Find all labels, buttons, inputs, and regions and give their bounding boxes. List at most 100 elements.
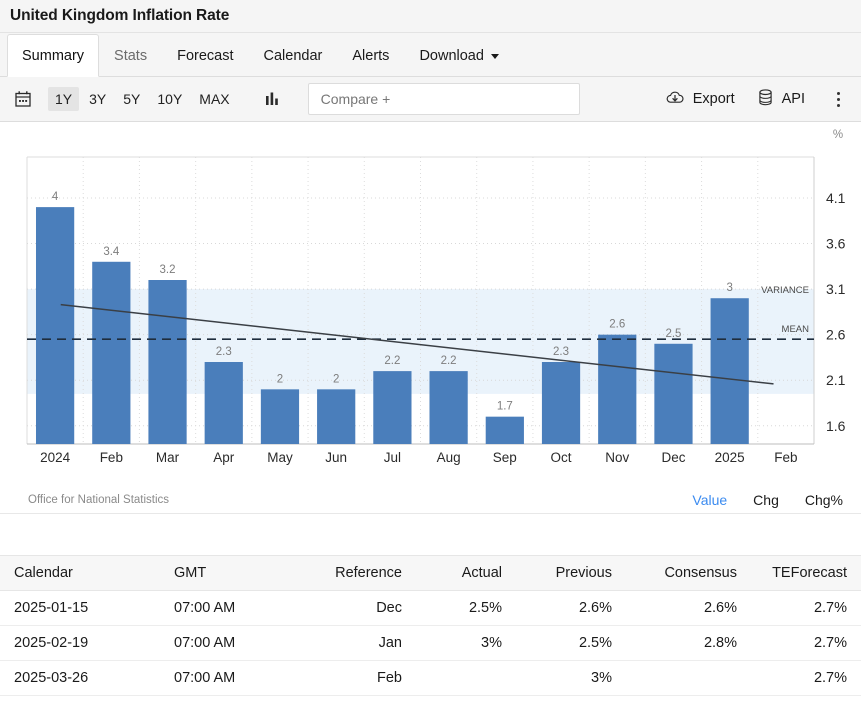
calendar-icon[interactable] — [8, 85, 38, 113]
inflation-bar-chart[interactable]: %420243.4Feb3.2Mar2.3Apr2May2Jun2.2Jul2.… — [0, 122, 861, 486]
bar-value-label: 2 — [277, 373, 283, 385]
x-axis-tick-label: Jul — [384, 450, 401, 465]
range-3y[interactable]: 3Y — [82, 87, 113, 111]
chart-bar — [486, 417, 524, 444]
chart-toolbar: 1Y 3Y 5Y 10Y MAX Compare + — [0, 77, 861, 122]
range-selector: 1Y 3Y 5Y 10Y MAX — [48, 87, 240, 111]
x-axis-tick-label: 2024 — [40, 450, 71, 465]
x-axis-tick-label: Feb — [774, 450, 797, 465]
series-toggles: Value Chg Chg% — [666, 492, 843, 508]
cell-gmt: 07:00 AM — [160, 626, 292, 661]
cell-calendar: 2025-02-19 — [0, 626, 160, 661]
tab-summary[interactable]: Summary — [7, 34, 99, 77]
bar-value-label: 1.7 — [497, 401, 513, 413]
x-axis-tick-label: Sep — [493, 450, 517, 465]
chart-bar — [92, 262, 130, 444]
bar-value-label: 4 — [52, 191, 59, 203]
col-header-consensus[interactable]: Consensus — [626, 556, 751, 591]
bar-value-label: 3.2 — [160, 264, 176, 276]
tab-alerts[interactable]: Alerts — [337, 34, 404, 77]
table-body: 2025-01-15 07:00 AM Dec 2.5% 2.6% 2.6% 2… — [0, 591, 861, 696]
table-row[interactable]: 2025-02-19 07:00 AM Jan 3% 2.5% 2.8% 2.7… — [0, 626, 861, 661]
page-title: United Kingdom Inflation Rate — [10, 7, 229, 25]
col-header-reference[interactable]: Reference — [292, 556, 416, 591]
chart-bar — [654, 344, 692, 444]
cell-gmt: 07:00 AM — [160, 661, 292, 696]
bar-value-label: 2 — [333, 373, 339, 385]
bar-value-label: 2.2 — [441, 355, 457, 367]
cell-reference: Dec — [292, 591, 416, 626]
bar-value-label: 2.2 — [384, 355, 400, 367]
tab-summary-label: Summary — [22, 48, 84, 64]
y-axis-tick-label: 3.1 — [826, 281, 846, 297]
chart-bar — [711, 298, 749, 444]
x-axis-tick-label: May — [267, 450, 293, 465]
cloud-download-icon — [665, 89, 685, 110]
variance-label: VARIANCE — [761, 285, 809, 296]
chart-bar — [598, 335, 636, 444]
cell-reference: Feb — [292, 661, 416, 696]
x-axis-tick-label: Dec — [661, 450, 685, 465]
tab-forecast[interactable]: Forecast — [162, 34, 248, 77]
toggle-chgpct[interactable]: Chg% — [805, 492, 843, 508]
chart-bar — [429, 371, 467, 444]
table-row[interactable]: 2025-01-15 07:00 AM Dec 2.5% 2.6% 2.6% 2… — [0, 591, 861, 626]
kebab-menu-icon[interactable] — [829, 88, 847, 110]
tab-download[interactable]: Download — [404, 34, 514, 77]
cell-teforecast: 2.7% — [751, 661, 861, 696]
x-axis-tick-label: Aug — [437, 450, 461, 465]
tab-calendar-label: Calendar — [264, 48, 323, 64]
y-axis-tick-label: 1.6 — [826, 418, 846, 434]
col-header-actual[interactable]: Actual — [416, 556, 516, 591]
chart-container: %420243.4Feb3.2Mar2.3Apr2May2Jun2.2Jul2.… — [0, 122, 861, 514]
range-1y[interactable]: 1Y — [48, 87, 79, 111]
chart-bar — [542, 362, 580, 444]
col-header-teforecast[interactable]: TEForecast — [751, 556, 861, 591]
x-axis-tick-label: Apr — [213, 450, 235, 465]
bar-chart-icon[interactable] — [256, 85, 290, 113]
col-header-calendar[interactable]: Calendar — [0, 556, 160, 591]
tab-calendar[interactable]: Calendar — [249, 34, 338, 77]
tab-stats[interactable]: Stats — [99, 34, 162, 77]
x-axis-tick-label: Feb — [100, 450, 123, 465]
chart-bar — [317, 389, 355, 444]
bar-value-label: 2.6 — [609, 319, 625, 331]
cell-teforecast: 2.7% — [751, 626, 861, 661]
export-label: Export — [693, 91, 735, 107]
cell-consensus: 2.6% — [626, 591, 751, 626]
page-header: United Kingdom Inflation Rate — [0, 0, 861, 33]
col-header-previous[interactable]: Previous — [516, 556, 626, 591]
range-5y[interactable]: 5Y — [116, 87, 147, 111]
toggle-value[interactable]: Value — [692, 492, 727, 508]
cell-actual: 3% — [416, 626, 516, 661]
cell-previous: 2.5% — [516, 626, 626, 661]
toolbar-right-actions: Export API — [643, 88, 851, 111]
y-axis-tick-label: 2.6 — [826, 327, 846, 343]
chart-footer: Office for National Statistics Value Chg… — [0, 486, 861, 514]
cell-actual — [416, 661, 516, 696]
api-label: API — [782, 91, 805, 107]
database-icon — [757, 88, 774, 111]
tab-alerts-label: Alerts — [352, 48, 389, 64]
chart-bar — [261, 389, 299, 444]
compare-input[interactable]: Compare + — [308, 83, 580, 115]
toggle-chg[interactable]: Chg — [753, 492, 779, 508]
bar-value-label: 2.3 — [216, 346, 232, 358]
col-header-gmt[interactable]: GMT — [160, 556, 292, 591]
range-max[interactable]: MAX — [192, 87, 236, 111]
chevron-down-icon — [491, 54, 499, 59]
y-axis-tick-label: 4.1 — [826, 190, 846, 206]
cell-teforecast: 2.7% — [751, 591, 861, 626]
cell-gmt: 07:00 AM — [160, 591, 292, 626]
cell-previous: 2.6% — [516, 591, 626, 626]
api-button[interactable]: API — [757, 88, 805, 111]
export-button[interactable]: Export — [665, 89, 735, 110]
table-row[interactable]: 2025-03-26 07:00 AM Feb 3% 2.7% — [0, 661, 861, 696]
cell-reference: Jan — [292, 626, 416, 661]
bar-value-label: 3 — [726, 282, 732, 294]
chart-bar — [148, 280, 186, 444]
mean-label: MEAN — [782, 324, 810, 335]
cell-consensus — [626, 661, 751, 696]
chart-source: Office for National Statistics — [28, 494, 169, 506]
range-10y[interactable]: 10Y — [150, 87, 189, 111]
